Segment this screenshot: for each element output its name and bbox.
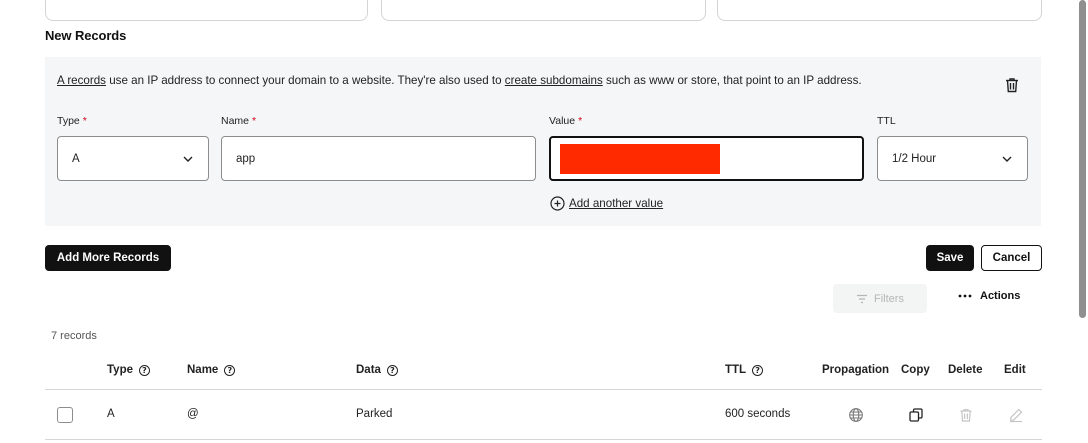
value-label: Value * bbox=[549, 115, 583, 127]
header-data[interactable]: Data? bbox=[356, 364, 398, 376]
type-select[interactable]: A bbox=[57, 136, 209, 181]
filters-button[interactable]: Filters bbox=[833, 284, 927, 313]
table-header: Type? Name? Data? TTL? Propagation Copy … bbox=[45, 352, 1042, 390]
value-input[interactable] bbox=[549, 136, 864, 181]
add-more-records-button[interactable]: Add More Records bbox=[45, 245, 171, 271]
top-cards bbox=[45, 0, 1042, 21]
header-copy: Copy bbox=[901, 364, 930, 376]
row-data: Parked bbox=[356, 408, 393, 420]
row-name: @ bbox=[187, 408, 199, 420]
filter-icon bbox=[857, 294, 868, 303]
header-name[interactable]: Name? bbox=[187, 364, 236, 376]
name-input[interactable]: app bbox=[221, 136, 536, 181]
type-label: Type * bbox=[57, 115, 87, 127]
header-type[interactable]: Type? bbox=[107, 364, 150, 376]
type-select-value: A bbox=[72, 152, 80, 165]
row-ttl: 600 seconds bbox=[725, 408, 791, 420]
info-text-part: use an IP address to connect your domain… bbox=[105, 74, 505, 87]
header-edit: Edit bbox=[1004, 364, 1026, 376]
globe-icon[interactable] bbox=[848, 407, 864, 423]
row-type: A bbox=[107, 408, 115, 420]
redacted-value bbox=[560, 144, 720, 174]
help-icon[interactable]: ? bbox=[752, 364, 764, 376]
top-card[interactable] bbox=[381, 0, 706, 21]
new-record-panel: A records use an IP address to connect y… bbox=[45, 57, 1041, 226]
create-subdomains-link[interactable]: create subdomains bbox=[505, 74, 603, 87]
ttl-label: TTL bbox=[877, 115, 896, 127]
info-text-part: such as www or store, that point to an I… bbox=[602, 74, 862, 87]
required-mark: * bbox=[578, 115, 583, 127]
actions-button[interactable]: Actions bbox=[958, 290, 1020, 302]
copy-icon[interactable] bbox=[908, 407, 924, 423]
top-card[interactable] bbox=[717, 0, 1042, 21]
top-card[interactable] bbox=[45, 0, 368, 21]
header-propagation: Propagation bbox=[822, 364, 890, 376]
required-mark: * bbox=[82, 115, 87, 127]
record-count: 7 records bbox=[51, 330, 97, 342]
page-scrollbar[interactable] bbox=[1079, 0, 1086, 318]
header-ttl[interactable]: TTL? bbox=[725, 364, 764, 376]
table-row: A @ Parked 600 seconds bbox=[45, 391, 1042, 440]
more-dots-icon bbox=[958, 294, 972, 298]
record-type-info: A records use an IP address to connect y… bbox=[57, 74, 862, 87]
chevron-down-icon bbox=[1002, 156, 1012, 162]
add-another-value-link[interactable]: Add another value bbox=[550, 196, 663, 211]
help-icon[interactable]: ? bbox=[386, 364, 398, 376]
chevron-down-icon bbox=[183, 156, 193, 162]
save-button[interactable]: Save bbox=[926, 245, 974, 271]
required-mark: * bbox=[252, 115, 257, 127]
ttl-select[interactable]: 1/2 Hour bbox=[877, 136, 1028, 181]
actions-label: Actions bbox=[980, 290, 1021, 302]
name-label: Name * bbox=[221, 115, 257, 127]
help-icon[interactable]: ? bbox=[224, 364, 236, 376]
a-records-link[interactable]: A records bbox=[57, 74, 106, 87]
header-delete: Delete bbox=[948, 364, 983, 376]
filters-label: Filters bbox=[874, 292, 904, 305]
plus-circle-icon bbox=[550, 196, 565, 211]
name-input-value: app bbox=[236, 152, 256, 165]
ttl-select-value: 1/2 Hour bbox=[892, 152, 937, 165]
section-title: New Records bbox=[45, 28, 127, 43]
delete-record-button[interactable] bbox=[1003, 76, 1021, 94]
edit-pencil-icon[interactable] bbox=[1008, 407, 1024, 423]
row-checkbox[interactable] bbox=[57, 407, 73, 423]
cancel-button[interactable]: Cancel bbox=[981, 245, 1042, 271]
trash-icon bbox=[1006, 78, 1018, 93]
add-another-value-label: Add another value bbox=[569, 197, 664, 210]
trash-icon[interactable] bbox=[958, 407, 974, 423]
help-icon[interactable]: ? bbox=[139, 364, 150, 376]
